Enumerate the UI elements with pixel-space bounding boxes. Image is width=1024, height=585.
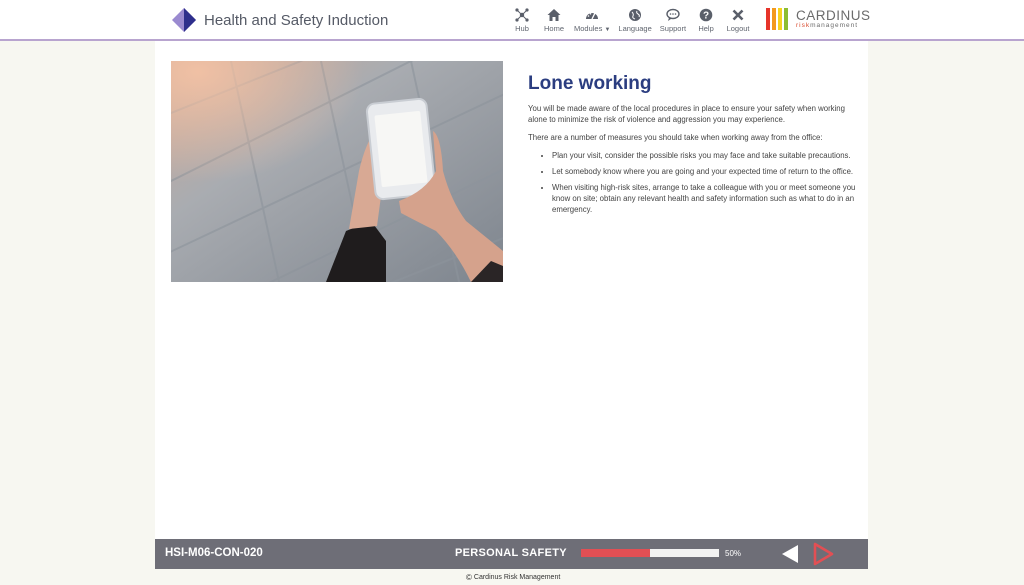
lesson-text: Lone working You will be made aware of t… bbox=[528, 73, 859, 220]
brand: Health and Safety Induction bbox=[172, 8, 388, 32]
intro-paragraph: You will be made aware of the local proc… bbox=[528, 104, 845, 124]
nav-hub[interactable]: Hub bbox=[510, 8, 534, 33]
nav-home[interactable]: Home bbox=[542, 8, 566, 33]
nav-help[interactable]: ? Help bbox=[694, 8, 718, 33]
footer-bar: HSI-M06-CON-020 PERSONAL SAFETY 50% bbox=[155, 539, 868, 569]
nav-support-label: Support bbox=[659, 24, 687, 33]
cardinus-logo: CARDINUS riskmanagement bbox=[766, 8, 871, 30]
page-title: Lone working bbox=[528, 73, 652, 94]
progress-fill bbox=[581, 549, 650, 557]
nav-logout[interactable]: Logout bbox=[726, 8, 750, 33]
progress-bar bbox=[581, 549, 719, 557]
nav-support[interactable]: Support bbox=[660, 8, 686, 33]
copyright-icon: © bbox=[466, 573, 472, 582]
nav-modules-label: Modules ▼ bbox=[574, 24, 611, 33]
nav-modules[interactable]: Modules ▼ bbox=[574, 8, 610, 33]
list-item: When visiting high-risk sites, arrange t… bbox=[552, 182, 859, 215]
progress-label: 50% bbox=[725, 549, 742, 558]
nav-home-label: Home bbox=[543, 24, 564, 33]
course-code: HSI-M06-CON-020 bbox=[165, 547, 263, 559]
close-icon bbox=[732, 9, 744, 21]
chat-icon bbox=[666, 8, 680, 21]
nav-help-label: Help bbox=[698, 24, 714, 33]
globe-icon bbox=[629, 9, 642, 21]
measures-paragraph: There are a number of measures you shoul… bbox=[528, 133, 823, 142]
content-panel: Lone working You will be made aware of t… bbox=[155, 41, 868, 539]
nav-hub-label: Hub bbox=[515, 24, 529, 33]
home-icon bbox=[547, 9, 561, 21]
top-bar: Health and Safety Induction Hub Home Mod… bbox=[0, 0, 1024, 41]
app-title: Health and Safety Induction bbox=[204, 11, 389, 29]
copyright: © Cardinus Risk Management bbox=[466, 573, 560, 582]
cardinus-subtitle: riskmanagement bbox=[796, 21, 859, 29]
previous-page-icon[interactable] bbox=[781, 544, 801, 564]
nav-language[interactable]: Language bbox=[618, 8, 652, 33]
dashboard-icon bbox=[586, 12, 599, 20]
nav-logout-label: Logout bbox=[726, 24, 750, 33]
cardinus-bars-icon bbox=[766, 8, 790, 30]
hub-icon bbox=[515, 8, 529, 22]
measures-list: Plan your visit, consider the possible r… bbox=[528, 150, 859, 215]
next-page-icon[interactable] bbox=[812, 542, 834, 566]
nav-language-label: Language bbox=[618, 24, 652, 33]
svg-text:?: ? bbox=[703, 11, 709, 22]
main-nav: Hub Home Modules ▼ Language Support ? He… bbox=[506, 8, 754, 33]
list-item: Let somebody know where you are going an… bbox=[552, 166, 859, 177]
diamond-logo-icon bbox=[172, 8, 196, 32]
list-item: Plan your visit, consider the possible r… bbox=[552, 150, 859, 161]
section-title: PERSONAL SAFETY bbox=[455, 547, 567, 559]
hands-holding-phone-photo bbox=[171, 61, 503, 282]
cardinus-name: CARDINUS bbox=[796, 8, 871, 23]
caret-down-icon: ▼ bbox=[604, 27, 611, 33]
copyright-text: Cardinus Risk Management bbox=[473, 574, 561, 581]
question-icon: ? bbox=[699, 8, 713, 22]
